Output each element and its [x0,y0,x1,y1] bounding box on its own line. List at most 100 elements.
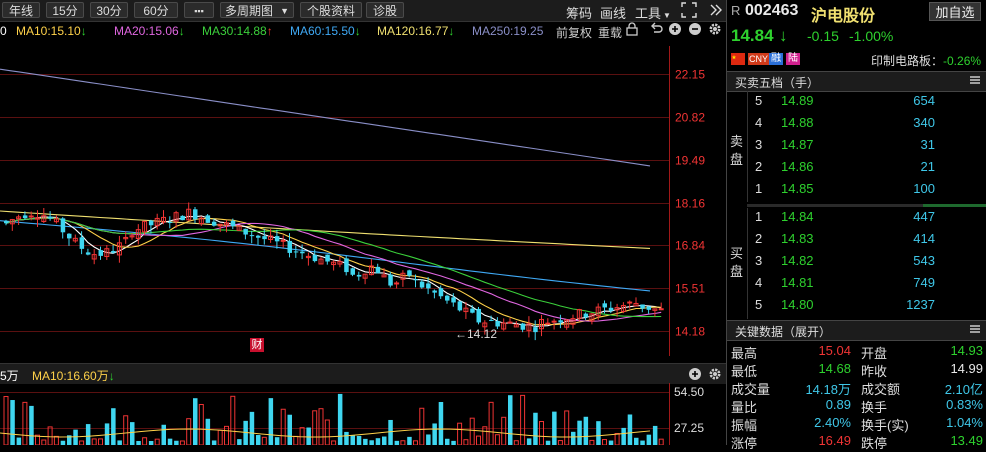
price-tick-label: 18.16 [675,197,705,211]
depth-bar-right [923,204,986,207]
volume-bar [382,436,387,445]
settings-gear-icon[interactable] [708,367,722,384]
candle-body [419,281,425,288]
chips-button[interactable]: 筹码 [566,3,592,22]
level-number: 5 [755,93,763,108]
volume-bar [256,435,261,445]
collapse-panel-icon[interactable] [708,2,722,21]
add-watchlist-button[interactable]: 加自选 [929,2,981,21]
level-price: 14.89 [781,93,814,108]
volume-bar [388,419,393,445]
volume-bar [287,414,292,445]
period-button-year[interactable]: 年线 [2,2,40,18]
level-number: 3 [755,137,763,152]
candle-body [280,239,286,242]
volume-bar [280,408,286,446]
level-number: 3 [755,253,763,268]
zoom-out-icon[interactable] [688,22,702,39]
quote-panel: R 002463 沪电股份 加自选 14.84 ↓ -0.15 -1.00% C… [726,0,986,451]
tools-button[interactable]: 工具 ▼ [635,3,671,22]
adjust-mode-button[interactable]: 前复权 [556,24,592,41]
ma-legend: 0 MA10:15.10↓ MA20:15.06↓ MA30:14.88↑ MA… [0,21,726,40]
bid-level-row[interactable]: 2 14.83 414 [747,231,986,253]
volume-chart[interactable]: 54.50 27.25 [0,383,726,446]
orderbook-header[interactable]: 买卖五档（手） [727,71,986,92]
candle-body [249,235,255,237]
volume-bar [148,440,154,445]
more-periods-button[interactable]: ▪▪▪ [184,2,214,18]
level-price: 14.84 [781,209,814,224]
volume-bar [445,438,450,445]
candle-body [243,228,248,235]
bid-level-row[interactable]: 3 14.82 543 [747,253,986,275]
volume-bar [111,408,116,445]
volume-bar [526,438,532,445]
diagnose-button[interactable]: 诊股 [366,2,404,18]
candle-body [426,283,431,289]
finance-badge[interactable]: 财 [250,338,264,352]
candle-body [558,320,563,323]
keydata-header[interactable]: 关键数据（展开） [727,320,986,341]
zoom-in-icon[interactable] [668,22,682,39]
candle-body [262,236,267,240]
volume-bar [646,434,652,445]
multi-period-dropdown[interactable]: 多周期图 ▼ [220,2,294,18]
level-volume: 654 [913,93,935,108]
candle-body [60,218,66,233]
key-label: 成交额 [861,382,901,397]
key-value: 14.68 [818,361,851,376]
candle-body [470,308,475,313]
key-label: 最高 [731,346,758,361]
sector-label[interactable]: 印制电路板：-0.26% [871,52,981,69]
level-number: 2 [755,159,763,174]
level-number: 1 [755,209,763,224]
caret-down-icon: ▼ [280,6,289,16]
ask-level-row[interactable]: 1 14.85 100 [747,181,986,203]
volume-bar [167,438,173,445]
menu-icon[interactable] [969,74,981,89]
bid-level-row[interactable]: 4 14.81 749 [747,275,986,297]
volume-bar [640,440,645,445]
volume-bar [457,422,463,446]
zoom-in-icon[interactable] [688,367,702,384]
ask-level-row[interactable]: 3 14.87 31 [747,137,986,159]
draw-line-button[interactable]: 画线 [600,3,626,22]
ma60-legend: MA60:15.50↓ [290,24,361,38]
stock-profile-button[interactable]: 个股资料 [300,2,362,18]
volume-bar [426,434,431,445]
ask-level-row[interactable]: 4 14.88 340 [747,115,986,137]
ask-level-row[interactable]: 2 14.86 21 [747,159,986,181]
lock-icon[interactable] [626,22,638,39]
volume-bar [179,440,185,446]
volume-bar [508,395,513,445]
volume-bar [564,410,570,446]
volume-bar [331,440,337,446]
period-button-15min[interactable]: 15分 [46,2,84,18]
bid-level-row[interactable]: 1 14.84 447 [747,209,986,231]
undo-icon[interactable] [650,22,663,39]
fullscreen-icon[interactable] [681,2,697,21]
menu-icon[interactable] [969,323,981,338]
overlay-button[interactable]: 重载 [598,24,622,41]
candle-body [394,282,400,285]
key-label: 最低 [731,364,758,379]
period-button-30min[interactable]: 30分 [90,2,128,18]
period-button-60min[interactable]: 60分 [134,2,178,18]
volume-bar [614,432,620,446]
ma30-legend: MA30:14.88↑ [202,24,273,38]
candle-body [111,250,116,253]
cny-badge: CNY [748,53,770,65]
bid-level-row[interactable]: 5 14.80 1237 [747,297,986,319]
volume-bar [400,440,406,446]
settings-gear-icon[interactable] [708,22,722,39]
candlestick-chart[interactable]: 22.15 20.82 19.49 18.16 16.84 15.51 14.18 ←14.… [0,40,726,360]
level-number: 2 [755,231,763,246]
volume-bar [602,439,607,446]
ask-level-row[interactable]: 5 14.89 654 [747,93,986,115]
key-label: 换手 [861,400,888,415]
volume-bar [488,401,494,446]
volume-bar [482,426,488,446]
candle-body [4,220,9,224]
candle-body [211,221,217,226]
volume-bar [161,424,166,445]
